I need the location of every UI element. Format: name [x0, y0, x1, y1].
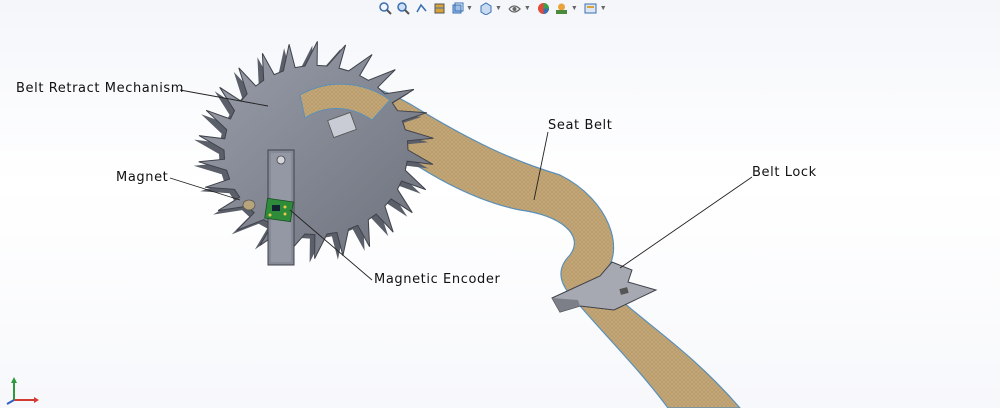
- zoom-area-icon[interactable]: [396, 1, 410, 15]
- previous-view-icon[interactable]: [414, 1, 428, 15]
- section-view-icon[interactable]: [432, 1, 446, 15]
- zoom-to-fit-icon[interactable]: [378, 1, 392, 15]
- callout-magnetic-encoder: Magnetic Encoder: [374, 272, 501, 287]
- view-orientation-dropdown-icon[interactable]: ▼: [466, 5, 473, 12]
- cad-viewport[interactable]: [0, 0, 1000, 408]
- callout-belt-retract-mechanism: Belt Retract Mechanism: [16, 81, 185, 96]
- view-settings-icon[interactable]: [584, 1, 598, 15]
- hide-show-dropdown-icon[interactable]: ▼: [524, 5, 531, 12]
- callout-seat-belt: Seat Belt: [548, 118, 613, 133]
- callout-belt-lock: Belt Lock: [752, 165, 817, 180]
- heads-up-view-toolbar: ▼ ▼ ▼ ▼ ▼: [378, 0, 609, 16]
- callout-magnet: Magnet: [116, 170, 169, 185]
- view-orientation-icon[interactable]: [450, 1, 464, 15]
- apply-scene-dropdown-icon[interactable]: ▼: [571, 5, 578, 12]
- belt-retract-gear[interactable]: [193, 41, 434, 263]
- hide-show-icon[interactable]: [508, 1, 522, 15]
- edit-appearance-icon[interactable]: [537, 1, 551, 15]
- reference-triad-icon: [6, 377, 39, 405]
- magnetic-encoder-pcb[interactable]: [264, 197, 294, 223]
- apply-scene-icon[interactable]: [555, 1, 569, 15]
- display-style-icon[interactable]: [479, 1, 493, 15]
- display-style-dropdown-icon[interactable]: ▼: [495, 5, 502, 12]
- view-settings-dropdown-icon[interactable]: ▼: [600, 5, 607, 12]
- gear-body: [198, 41, 434, 259]
- magnet-part[interactable]: [242, 199, 256, 211]
